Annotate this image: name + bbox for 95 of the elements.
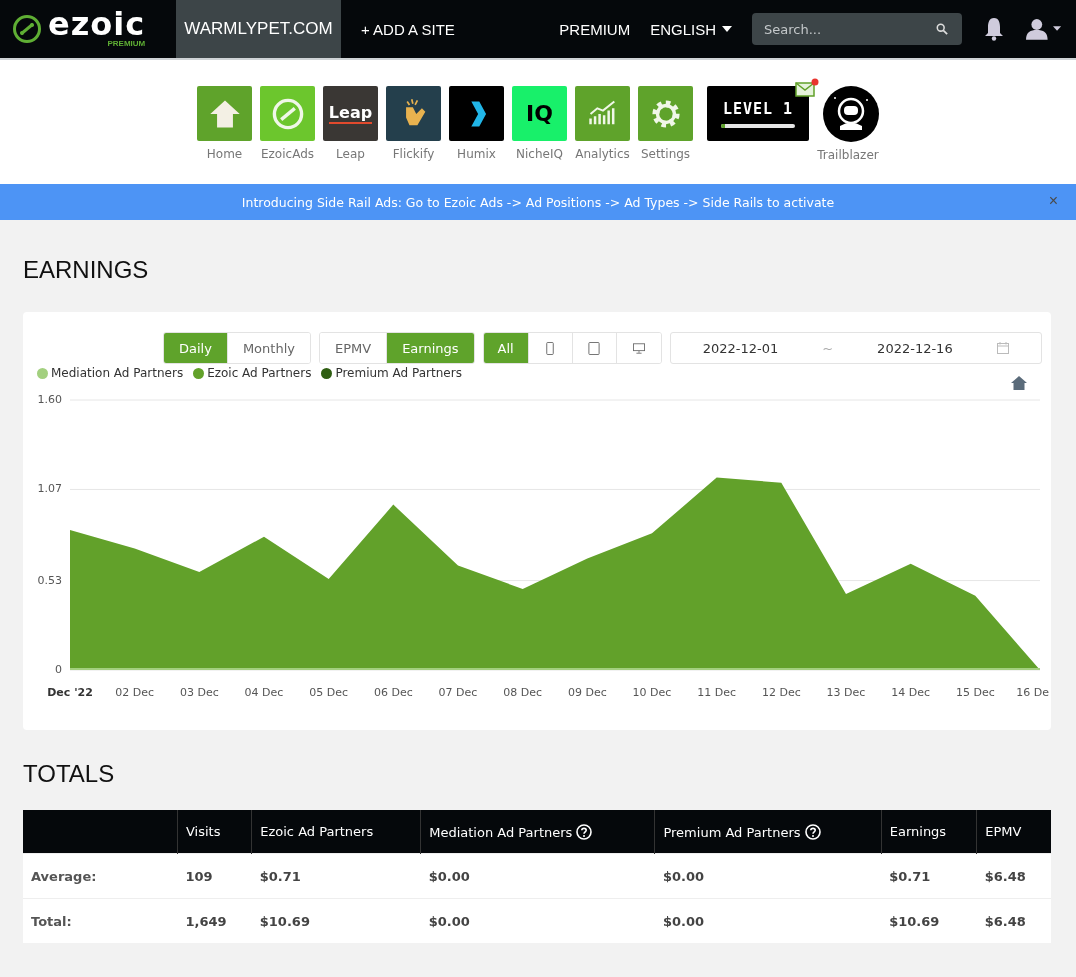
x-tick-label: 05 Dec [309, 686, 349, 699]
app-label[interactable]: NicheIQ [516, 147, 563, 161]
x-tick-label: 06 Dec [373, 686, 413, 699]
section-title: TOTALS [23, 760, 116, 789]
language-dropdown[interactable]: ENGLISH [650, 20, 732, 38]
app-label[interactable]: Trailblazer [817, 148, 879, 162]
table-cell: 109 [177, 853, 252, 899]
logo-subtext: PREMIUM [107, 39, 146, 49]
x-tick-label: 10 Dec [632, 686, 672, 699]
table-cell: $0.71 [881, 853, 977, 899]
app-label[interactable]: Analytics [575, 147, 630, 161]
user-menu-icon[interactable] [1026, 18, 1062, 40]
table-cell: $10.69 [251, 898, 421, 943]
y-tick-label: 0 [55, 663, 62, 676]
app-label[interactable]: Leap [336, 147, 365, 161]
app-tile[interactable] [197, 86, 252, 141]
row-label: Total: [23, 898, 178, 943]
premium-link[interactable]: PREMIUM [559, 20, 631, 38]
help-icon[interactable] [576, 823, 593, 840]
column-header: Visits [177, 810, 252, 854]
level-badge[interactable]: LEVEL 1 [707, 86, 809, 141]
legend-item[interactable]: Ezoic Ad Partners [193, 366, 312, 380]
table-cell: $0.00 [654, 853, 882, 899]
home-icon[interactable] [1011, 376, 1027, 390]
tablet-icon [588, 341, 601, 355]
x-tick-label: 08 Dec [503, 686, 543, 699]
period-tab[interactable]: Daily [164, 333, 228, 363]
date-range-field[interactable]: 2022-12-01 ~ 2022-12-16 [669, 332, 1042, 364]
x-tick-label: 09 Dec [567, 686, 607, 699]
table-cell: $6.48 [976, 853, 1051, 899]
x-tick-label: 02 Dec [115, 686, 155, 699]
y-tick-label: 0.53 [37, 573, 62, 587]
y-tick-label: 1.07 [37, 482, 62, 496]
logo-icon [12, 14, 42, 44]
x-tick-label: 16 De [1016, 686, 1049, 699]
app-tile[interactable] [386, 86, 441, 141]
app-label[interactable]: Humix [457, 147, 496, 161]
table-cell: $6.48 [976, 898, 1051, 943]
phone-icon [544, 341, 557, 355]
caret-icon [722, 26, 732, 32]
search-icon [936, 23, 948, 35]
iq-logo-text: IQ [526, 101, 553, 126]
column-header: EPMV [976, 810, 1051, 854]
x-tick-label: Dec '22 [47, 686, 93, 699]
table-cell: $0.00 [420, 898, 655, 943]
table-cell: $0.71 [251, 853, 421, 899]
table-cell: $0.00 [420, 853, 655, 899]
x-tick-label: 04 Dec [244, 686, 284, 699]
x-tick-label: 15 Dec [955, 686, 995, 699]
legend-item[interactable]: Mediation Ad Partners [37, 366, 184, 380]
column-header: Earnings [881, 810, 977, 854]
level-text: LEVEL 1 [722, 99, 794, 118]
column-header: Ezoic Ad Partners [251, 810, 421, 854]
calendar-icon [996, 342, 1009, 354]
column-header: Premium Ad Partners [654, 810, 882, 854]
app-tile[interactable] [449, 86, 504, 141]
logo-text: ezoic [48, 9, 146, 39]
app-tile[interactable] [575, 86, 630, 141]
search-field[interactable]: Search... [752, 13, 962, 45]
help-icon[interactable] [804, 823, 821, 840]
y-tick-label: 1.60 [37, 393, 62, 406]
table-cell: $0.00 [654, 898, 882, 943]
x-tick-label: 14 Dec [891, 686, 931, 699]
app-label[interactable]: Flickify [392, 147, 435, 161]
x-tick-label: 07 Dec [438, 686, 478, 699]
site-tab[interactable]: WARMLYPET.COM [176, 0, 341, 58]
app-tile[interactable]: IQ [512, 86, 567, 141]
metric-tab[interactable]: Earnings [387, 333, 474, 363]
banner-text: Introducing Side Rail Ads: Go to Ezoic Ads -> Ad Positions -> Ad Types -> Side Rails to activate [241, 194, 835, 210]
monitor-icon [632, 341, 645, 355]
logo-icon [270, 96, 305, 131]
legend-item[interactable]: Premium Ad Partners [321, 366, 462, 380]
table-cell: $10.69 [881, 898, 977, 943]
x-tick-label: 11 Dec [697, 686, 737, 699]
app-tile[interactable] [638, 86, 693, 141]
section-title: EARNINGS [23, 256, 150, 285]
add-site-link[interactable]: + ADD A SITE [361, 20, 455, 38]
mail-icon[interactable] [795, 78, 819, 98]
app-label[interactable]: Home [206, 147, 243, 161]
x-tick-label: 12 Dec [761, 686, 801, 699]
app-label[interactable]: EzoicAds [261, 147, 314, 161]
metric-tab[interactable]: EPMV [319, 333, 388, 363]
x-tick-label: 03 Dec [179, 686, 219, 699]
row-label: Average: [23, 853, 178, 899]
astronaut-icon[interactable] [823, 86, 879, 142]
bell-icon[interactable] [984, 17, 1004, 41]
x-tick-label: 13 Dec [826, 686, 866, 699]
table-cell: 1,649 [177, 898, 252, 943]
column-header: Mediation Ad Partners [420, 810, 655, 854]
close-button[interactable]: × [1044, 192, 1062, 210]
app-label[interactable]: Settings [640, 147, 691, 161]
app-tile[interactable]: Leap [323, 86, 378, 141]
device-tab[interactable]: All [483, 333, 529, 363]
leap-logo-text: Leap [328, 103, 373, 124]
app-tile[interactable] [260, 86, 315, 141]
